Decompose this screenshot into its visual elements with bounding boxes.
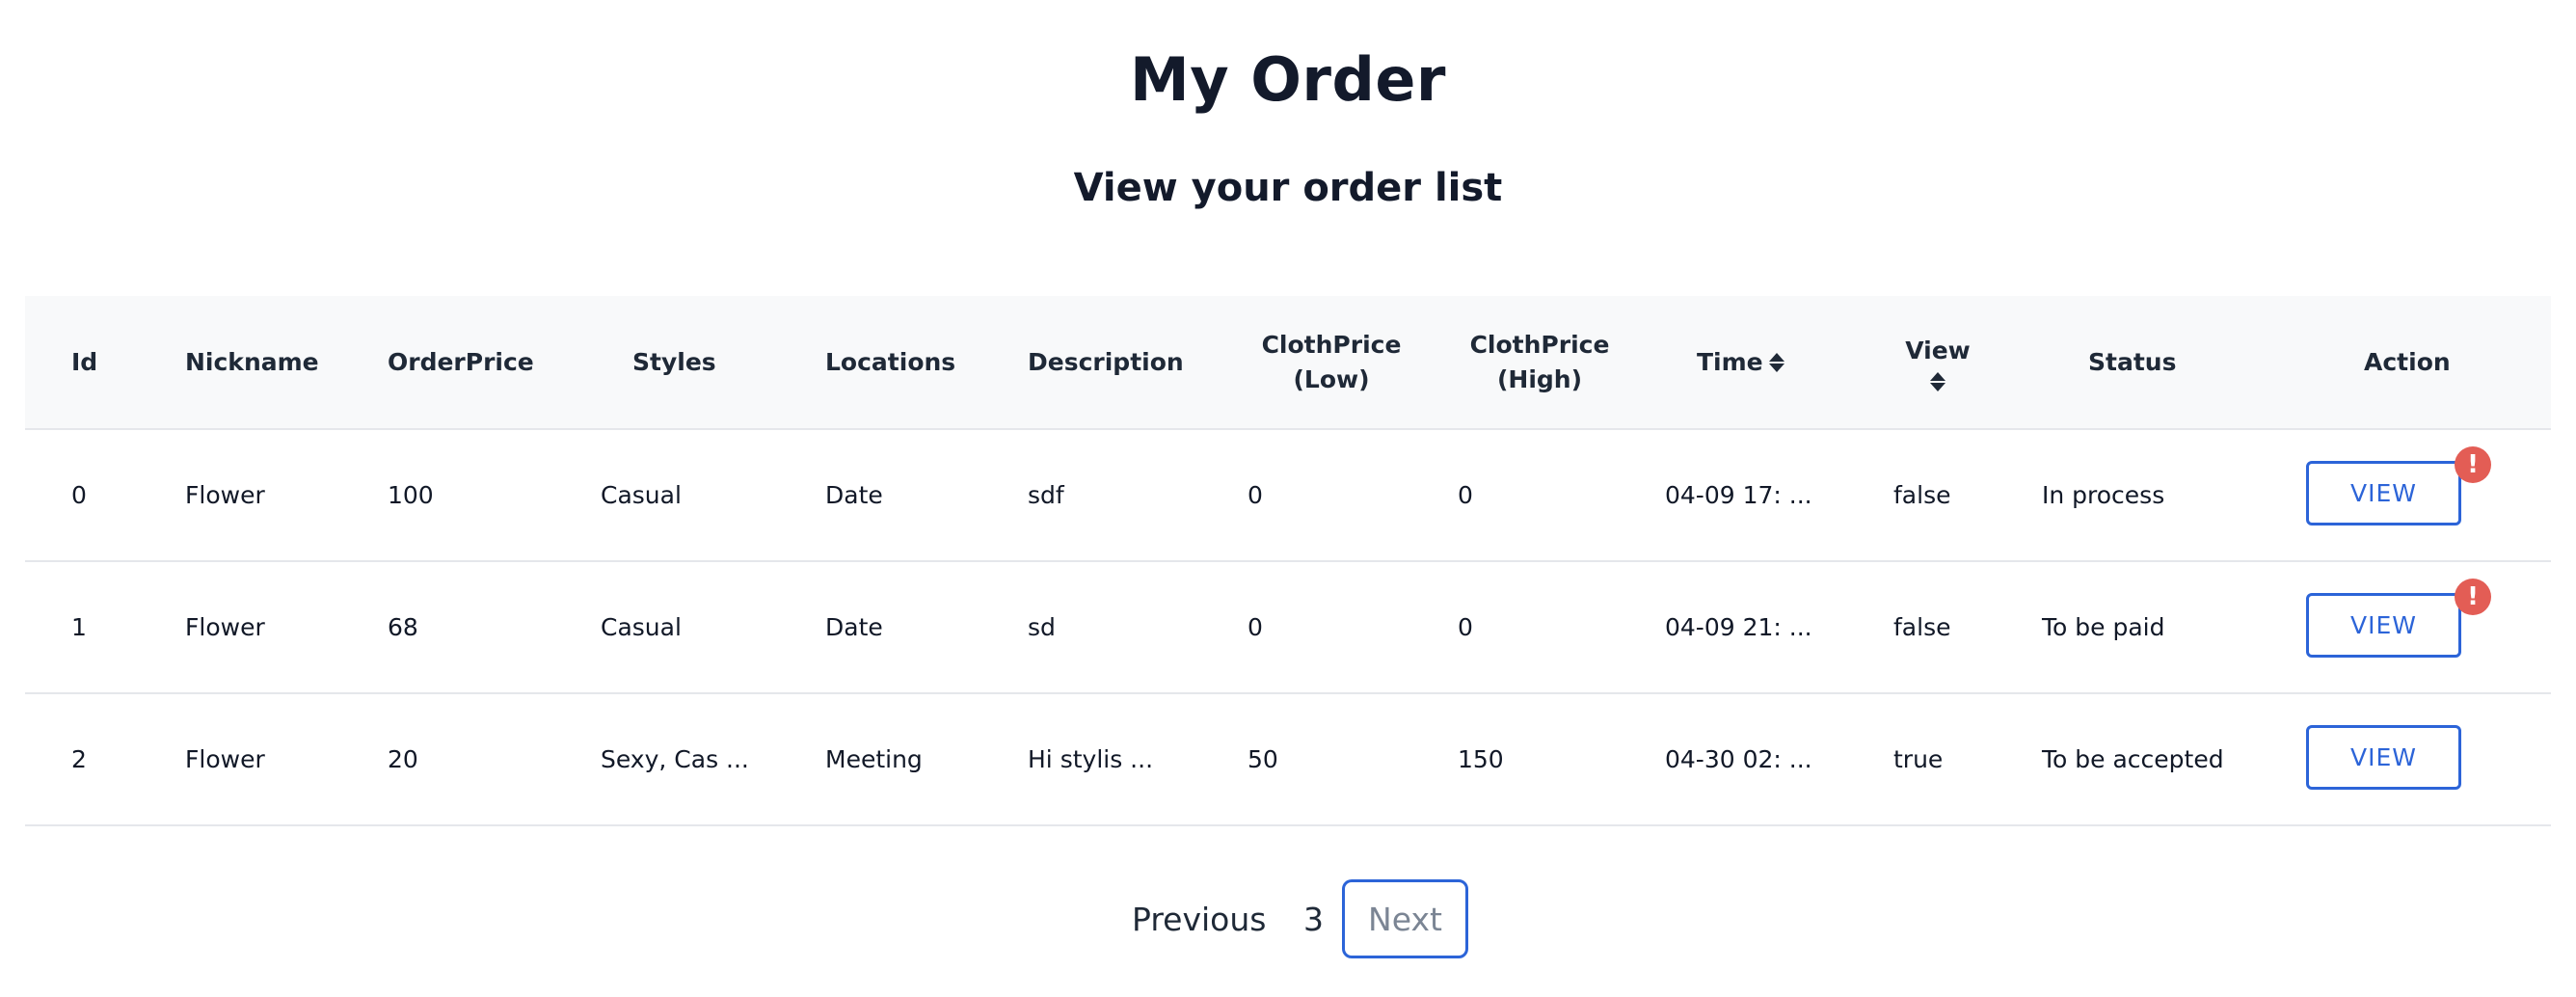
sort-icon[interactable] [1768,352,1784,372]
cell-description: Hi stylis ... [1028,745,1154,773]
column-header-description: Description [1028,347,1184,376]
cell-status: In process [2042,481,2165,509]
view-button[interactable]: VIEW [2306,593,2461,658]
column-header-cloth-price-high-line1: ClothPrice [1469,330,1610,359]
next-button[interactable]: Next [1342,879,1468,958]
cell-cloth-price-high: 0 [1458,481,1473,509]
cell-id: 0 [71,481,87,509]
table-row: 0 Flower 100 Casual Date sdf 0 0 04-09 1… [25,430,2551,562]
cell-description: sd [1028,613,1056,641]
cell-styles: Sexy, Cas ... [601,745,749,773]
pagination: Previous 3 Next [0,879,2576,958]
cell-view: true [1893,745,1944,773]
cell-description: sdf [1028,481,1064,509]
column-header-styles: Styles [632,347,716,376]
page-subtitle: View your order list [1073,166,1503,210]
cell-time: 04-09 17: ... [1665,481,1812,509]
cell-cloth-price-low: 0 [1248,481,1263,509]
cell-nickname: Flower [185,745,265,773]
column-header-order-price: OrderPrice [388,347,534,376]
column-header-action: Action [2364,347,2451,376]
previous-button[interactable]: Previous [1132,879,1266,958]
column-header-cloth-price-low: ClothPrice (Low) [1249,296,1413,428]
cell-id: 1 [71,613,87,641]
cell-order-price: 100 [388,481,434,509]
cell-locations: Date [825,481,883,509]
column-header-time[interactable]: Time [1697,296,1784,428]
column-header-cloth-price-high-line2: (High) [1496,364,1583,393]
table-row: 1 Flower 68 Casual Date sd 0 0 04-09 21:… [25,562,2551,694]
current-page-number: 3 [1303,900,1324,938]
alert-icon: ! [2455,579,2491,615]
cell-order-price: 68 [388,613,418,641]
cell-time: 04-09 21: ... [1665,613,1812,641]
cell-locations: Date [825,613,883,641]
cell-nickname: Flower [185,613,265,641]
column-header-status: Status [2088,347,2177,376]
column-header-nickname: Nickname [185,347,319,376]
column-header-view-label: View [1905,336,1971,364]
column-header-cloth-price-low-line2: (Low) [1293,364,1370,393]
column-header-view[interactable]: View [1880,296,1996,428]
cell-id: 2 [71,745,87,773]
cell-cloth-price-low: 50 [1248,745,1278,773]
cell-styles: Casual [601,613,682,641]
alert-icon: ! [2455,446,2491,483]
table-header: Id Nickname OrderPrice Styles Locations … [25,296,2551,430]
sort-icon[interactable] [1930,371,1945,391]
orders-table: Id Nickname OrderPrice Styles Locations … [25,296,2551,826]
cell-nickname: Flower [185,481,265,509]
column-header-cloth-price-low-line1: ClothPrice [1261,330,1402,359]
cell-view: false [1893,481,1951,509]
cell-styles: Casual [601,481,682,509]
cell-status: To be accepted [2042,745,2224,773]
cell-view: false [1893,613,1951,641]
page-title: My Order [1130,44,1446,115]
cell-locations: Meeting [825,745,923,773]
cell-cloth-price-low: 0 [1248,613,1263,641]
table-row: 2 Flower 20 Sexy, Cas ... Meeting Hi sty… [25,694,2551,826]
cell-cloth-price-high: 150 [1458,745,1504,773]
order-page: My Order View your order list Id Nicknam… [0,0,2576,997]
view-button[interactable]: VIEW [2306,725,2461,790]
view-button[interactable]: VIEW [2306,461,2461,525]
column-header-id: Id [71,347,98,376]
cell-cloth-price-high: 0 [1458,613,1473,641]
cell-status: To be paid [2042,613,2165,641]
column-header-cloth-price-high: ClothPrice (High) [1458,296,1622,428]
column-header-locations: Locations [825,347,956,376]
cell-time: 04-30 02: ... [1665,745,1812,773]
cell-order-price: 20 [388,745,418,773]
column-header-time-label: Time [1697,347,1763,376]
